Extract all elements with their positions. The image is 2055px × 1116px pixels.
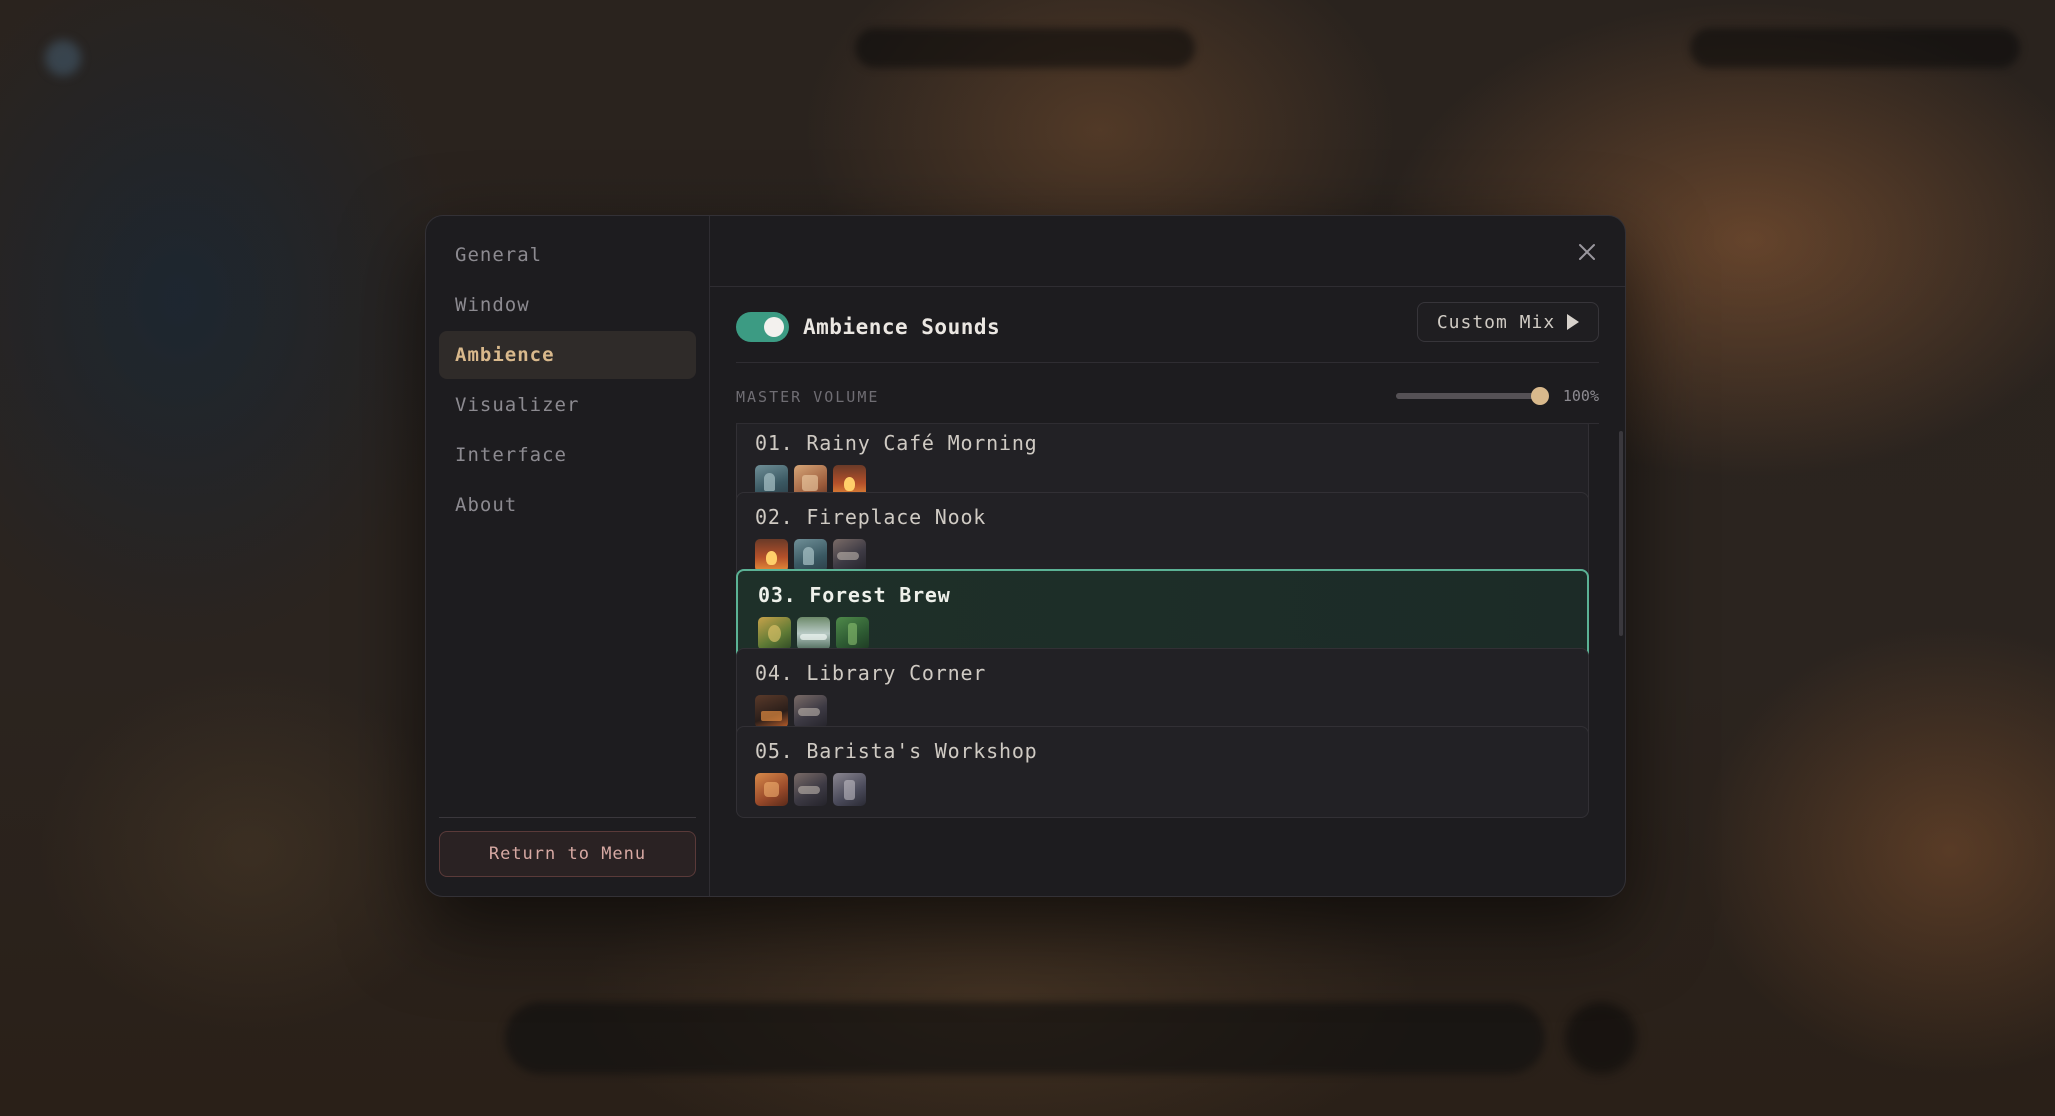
sidebar-item-ambience[interactable]: Ambience: [439, 331, 696, 379]
grinder-icon: [833, 773, 866, 806]
book-icon: [755, 695, 788, 728]
background-avatar: [45, 40, 81, 76]
rain-icon: [794, 539, 827, 572]
master-volume-label: MASTER VOLUME: [736, 388, 880, 406]
preset-sound-icons: [755, 773, 1570, 806]
panel-header: [710, 216, 1625, 287]
master-volume-value: 100%: [1562, 387, 1599, 405]
preset-title: 03. Forest Brew: [758, 583, 951, 607]
sidebar-item-about[interactable]: About: [439, 481, 696, 529]
preset-sound-icons: [755, 695, 1570, 728]
background-play-button: [1565, 1002, 1637, 1074]
play-icon: [1567, 314, 1580, 330]
master-volume-row: MASTER VOLUME 100%: [736, 379, 1599, 415]
slider-thumb[interactable]: [1531, 387, 1549, 405]
preset-title: 02. Fireplace Nook: [755, 505, 987, 529]
sidebar-item-window[interactable]: Window: [439, 281, 696, 329]
fireplace-icon: [755, 539, 788, 572]
background-pill: [1690, 28, 2020, 68]
background-pill: [855, 28, 1195, 68]
preset-title: 05. Barista's Workshop: [755, 739, 1038, 763]
wind-icon: [794, 773, 827, 806]
master-volume-slider[interactable]: [1396, 387, 1549, 405]
preset-title: 01. Rainy Café Morning: [755, 431, 1038, 455]
ambience-panel: Ambience Sounds Custom Mix MASTER VOLUME…: [710, 216, 1625, 896]
preset-card[interactable]: 05. Barista's Workshop: [736, 726, 1589, 818]
preset-list: 01. Rainy Café Morning 02. Fireplace Nook…: [736, 424, 1589, 896]
sidebar-item-interface[interactable]: Interface: [439, 431, 696, 479]
sidebar-divider: [439, 817, 696, 818]
close-icon[interactable]: [1575, 240, 1599, 264]
forest-icon: [836, 617, 869, 650]
preset-title: 04. Library Corner: [755, 661, 987, 685]
wind-icon: [833, 539, 866, 572]
sidebar-item-visualizer[interactable]: Visualizer: [439, 381, 696, 429]
wind-icon: [794, 695, 827, 728]
return-to-menu-button[interactable]: Return to Menu: [439, 831, 696, 877]
ambience-toggle-label: Ambience Sounds: [803, 314, 1001, 339]
espresso-machine-icon: [755, 773, 788, 806]
settings-modal: General Window Ambience Visualizer Inter…: [425, 215, 1626, 897]
custom-mix-button[interactable]: Custom Mix: [1417, 302, 1599, 342]
background-player-bar: [505, 1002, 1545, 1074]
ambience-toggle[interactable]: [736, 311, 789, 342]
leaves-icon: [758, 617, 791, 650]
ambience-toggle-row: Ambience Sounds Custom Mix: [736, 302, 1599, 363]
stream-icon: [797, 617, 830, 650]
preset-sound-icons: [758, 617, 1569, 650]
slider-fill: [1396, 393, 1541, 399]
custom-mix-label: Custom Mix: [1436, 311, 1556, 333]
settings-sidebar: General Window Ambience Visualizer Inter…: [426, 216, 710, 896]
preset-list-scrollbar[interactable]: [1619, 431, 1623, 636]
preset-sound-icons: [755, 539, 1570, 572]
toggle-knob: [764, 316, 784, 337]
sidebar-item-general[interactable]: General: [439, 231, 696, 279]
